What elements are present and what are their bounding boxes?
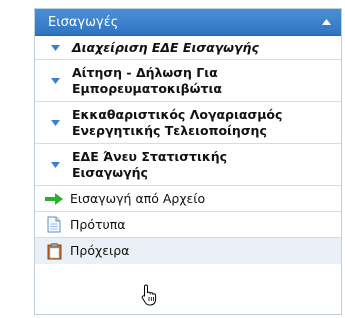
document-icon [43, 216, 65, 233]
menu-item-label: Πρότυπα [70, 216, 126, 232]
menu-item-label: Εκκαθαριστικός Λογαριασμός Ενεργητικής Τ… [72, 106, 283, 138]
imports-menu-panel: Εισαγωγές Διαχείριση ΕΔΕ Εισαγωγής Αίτησ… [34, 8, 342, 315]
menu-item-import-declaration-management[interactable]: Διαχείριση ΕΔΕ Εισαγωγής [35, 36, 341, 60]
menu-item-templates[interactable]: Πρότυπα [35, 212, 341, 238]
menu-item-label: ΕΔΕ Άνευ Στατιστικής Εισαγωγής [72, 148, 228, 180]
menu-item-inward-processing-account[interactable]: Εκκαθαριστικός Λογαριασμός Ενεργητικής Τ… [35, 102, 341, 144]
clipboard-icon [43, 242, 65, 260]
menu-item-import-from-file[interactable]: Εισαγωγή από Αρχείο [35, 186, 341, 212]
triangle-bullet-icon [48, 119, 62, 126]
triangle-bullet-icon [48, 77, 62, 84]
triangle-bullet-icon [48, 161, 62, 168]
menu-item-drafts[interactable]: Πρόχειρα [35, 238, 341, 264]
panel-header[interactable]: Εισαγωγές [35, 9, 341, 36]
menu-item-label: Εισαγωγή από Αρχείο [70, 190, 206, 206]
menu-item-declaration-without-statistics[interactable]: ΕΔΕ Άνευ Στατιστικής Εισαγωγής [35, 144, 341, 186]
menu-item-container-declaration[interactable]: Αίτηση - Δήλωση Για Εμπορευματοκιβώτια [35, 60, 341, 102]
collapse-triangle-icon[interactable] [322, 19, 331, 25]
menu-item-label: Αίτηση - Δήλωση Για Εμπορευματοκιβώτια [72, 64, 222, 96]
triangle-bullet-icon [48, 44, 62, 51]
green-arrow-icon [43, 192, 65, 205]
menu-item-label: Πρόχειρα [70, 243, 130, 258]
panel-title: Εισαγωγές [48, 14, 119, 30]
menu-item-label: Διαχείριση ΕΔΕ Εισαγωγής [72, 39, 259, 55]
